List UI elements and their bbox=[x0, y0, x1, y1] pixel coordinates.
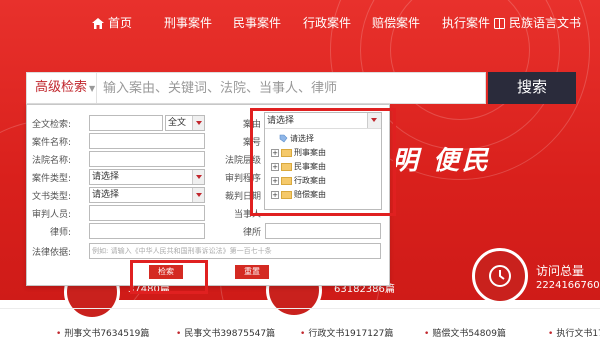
form-row: 律师: 律所 bbox=[27, 221, 391, 241]
form-row: 法律依据: 例如: 请输入《中华人民共和国刑事诉讼法》第一百七十条 bbox=[27, 241, 391, 261]
case-name-label: 案件名称: bbox=[31, 138, 71, 148]
nav-item-civil[interactable]: 民事案件 bbox=[233, 14, 281, 31]
divider bbox=[0, 308, 600, 309]
case-type-label: 案件类型: bbox=[31, 174, 71, 184]
advanced-search-toggle[interactable]: 高级检索 ▼ bbox=[27, 73, 97, 103]
advanced-search-label: 高级检索 bbox=[35, 80, 88, 95]
search-input[interactable] bbox=[103, 73, 483, 103]
dropdown-arrow-icon bbox=[192, 170, 204, 184]
law-firm-label: 律所 bbox=[242, 228, 261, 238]
law-basis-label: 法律依据: bbox=[31, 248, 71, 258]
highlight-box-cause bbox=[250, 108, 396, 216]
top-nav: 首页 刑事案件 民事案件 行政案件 赔偿案件 执行案件 民族语言文书 bbox=[0, 0, 600, 44]
doc-count-administrative[interactable]: 行政文书1917127篇 bbox=[300, 326, 393, 339]
dropdown-arrow-icon bbox=[192, 188, 204, 202]
full-text-scope-value: 全文 bbox=[168, 118, 187, 128]
court-name-label: 法院名称: bbox=[31, 156, 71, 166]
court-name-input[interactable] bbox=[89, 151, 205, 167]
case-name-input[interactable] bbox=[89, 133, 205, 149]
highlight-box-search bbox=[130, 260, 208, 294]
nav-item-label: 首页 bbox=[108, 16, 133, 30]
nav-item-home[interactable]: 首页 bbox=[92, 14, 132, 31]
lawyer-label: 律师: bbox=[49, 228, 71, 238]
law-basis-input[interactable]: 例如: 请输入《中华人民共和国刑事诉讼法》第一百七十条 bbox=[89, 243, 381, 259]
caret-down-icon: ▼ bbox=[89, 84, 96, 93]
nav-item-criminal[interactable]: 刑事案件 bbox=[164, 14, 212, 31]
reset-button[interactable]: 重置 bbox=[235, 265, 269, 279]
doc-type-label: 文书类型: bbox=[31, 192, 71, 202]
doc-count-civil[interactable]: 民事文书39875547篇 bbox=[176, 326, 275, 339]
stat-visits-value: 22241667604 bbox=[536, 280, 600, 291]
doc-count-criminal[interactable]: 刑事文书7634519篇 bbox=[56, 326, 149, 339]
nav-item-label: 民族语言文书 bbox=[509, 16, 582, 30]
law-firm-input[interactable] bbox=[265, 223, 381, 239]
clock-icon bbox=[489, 265, 511, 287]
home-icon bbox=[92, 18, 104, 29]
nav-item-administrative[interactable]: 行政案件 bbox=[303, 14, 351, 31]
nav-item-ethnic-language[interactable]: 民族语言文书 bbox=[494, 14, 581, 31]
stat-circle-visits bbox=[472, 248, 528, 304]
full-text-label: 全文检索: bbox=[31, 120, 71, 130]
judge-input[interactable] bbox=[89, 205, 205, 221]
doc-count-compensation[interactable]: 赔偿文书54809篇 bbox=[424, 326, 506, 339]
search-bar: 高级检索 ▼ bbox=[26, 72, 486, 104]
search-button[interactable]: 搜索 bbox=[488, 72, 576, 104]
full-text-scope-select[interactable]: 全文 bbox=[165, 115, 205, 131]
dropdown-arrow-icon bbox=[192, 116, 204, 130]
doc-count-execution[interactable]: 执行文书17 bbox=[548, 326, 600, 339]
book-icon bbox=[494, 18, 505, 29]
slogan-text: 明 便民 bbox=[392, 146, 492, 176]
doc-count-row: 刑事文书7634519篇 民事文书39875547篇 行政文书1917127篇 … bbox=[0, 322, 600, 342]
doc-type-select[interactable]: 请选择 bbox=[89, 187, 205, 203]
nav-item-execution[interactable]: 执行案件 bbox=[442, 14, 490, 31]
full-text-input[interactable] bbox=[89, 115, 163, 131]
case-type-select[interactable]: 请选择 bbox=[89, 169, 205, 185]
stat-visits-title: 访问总量 bbox=[536, 264, 585, 278]
lawyer-input[interactable] bbox=[89, 223, 205, 239]
nav-item-compensation[interactable]: 赔偿案件 bbox=[372, 14, 420, 31]
doc-type-value: 请选择 bbox=[92, 190, 120, 200]
case-type-value: 请选择 bbox=[92, 172, 120, 182]
judge-label: 审判人员: bbox=[31, 210, 71, 220]
